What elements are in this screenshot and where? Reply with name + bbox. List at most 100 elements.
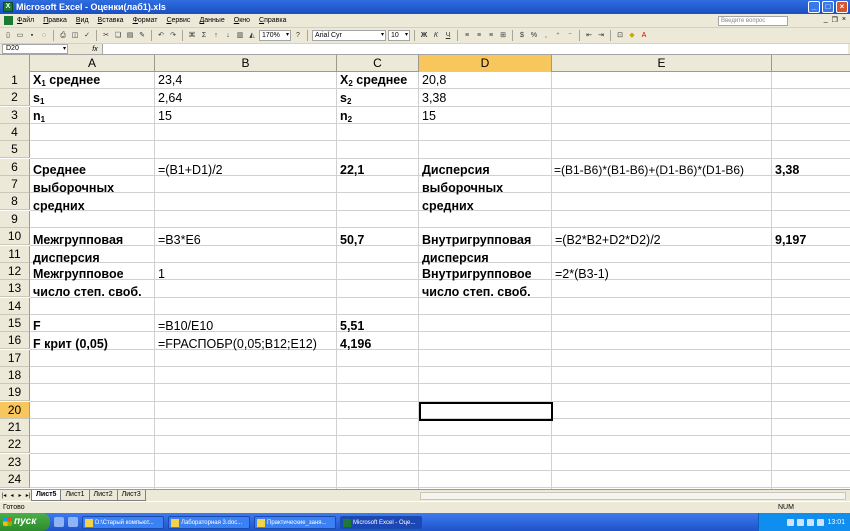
cell-d11[interactable]: дисперсия (419, 250, 489, 267)
cell-d2[interactable]: 3,38 (419, 90, 446, 107)
row-header-6[interactable]: 6 (0, 158, 30, 176)
spelling-icon[interactable]: ✓ (82, 31, 92, 41)
drawing-icon[interactable]: ◭ (247, 31, 257, 41)
column-header-f[interactable] (772, 55, 850, 72)
doc-close-icon[interactable]: × (842, 16, 846, 24)
menu-help[interactable]: Справка (259, 17, 286, 24)
print-icon[interactable]: ⎙ (58, 31, 68, 41)
paste-icon[interactable]: ▤ (125, 31, 135, 41)
doc-minimize-icon[interactable]: _ (824, 16, 828, 24)
row-header-10[interactable]: 10 (0, 228, 30, 246)
column-header-b[interactable]: B (155, 55, 337, 72)
column-header-d[interactable]: D (419, 55, 552, 72)
format-painter-icon[interactable]: ✎ (137, 31, 147, 41)
row-header-2[interactable]: 2 (0, 89, 30, 107)
menu-tools[interactable]: Сервис (166, 17, 190, 24)
column-header-a[interactable]: A (30, 55, 155, 72)
cell-c15[interactable]: 5,51 (337, 318, 364, 335)
row-header-5[interactable]: 5 (0, 141, 30, 159)
cell-b16[interactable]: =FРАСПОБР(0,05;B12;E12) (155, 336, 317, 353)
cell-a3[interactable]: n1 (30, 108, 45, 125)
zoom-select[interactable]: 170% (259, 30, 291, 41)
cell-a15[interactable]: F (30, 318, 41, 335)
cell-e6[interactable]: =(B1-B6)*(B1-B6)+(D1-B6)*(D1-B6) (552, 162, 744, 179)
hyperlink-icon[interactable]: ⌘ (187, 31, 197, 41)
cell-a12[interactable]: Межгрупповое (30, 266, 124, 283)
font-select[interactable]: Arial Cyr (312, 30, 386, 41)
name-box[interactable]: D20 (2, 44, 68, 54)
sheet-tab-5[interactable]: Лист5 (31, 490, 62, 501)
row-header-15[interactable]: 15 (0, 314, 30, 332)
cell-d6[interactable]: Дисперсия (419, 162, 490, 179)
row-header-11[interactable]: 11 (0, 245, 30, 263)
cell-f10[interactable]: 9,197 (772, 232, 806, 249)
cell-e12[interactable]: =2*(B3-1) (552, 266, 609, 283)
horizontal-scrollbar[interactable] (420, 492, 846, 500)
cell-b1[interactable]: 23,4 (155, 72, 182, 89)
save-icon[interactable]: ▪ (27, 31, 37, 41)
cell-d10[interactable]: Внутригрупповая (419, 232, 531, 249)
cell-d13[interactable]: число степ. своб. (419, 284, 531, 301)
tray-icon[interactable] (817, 518, 825, 526)
start-button[interactable]: пуск (0, 513, 50, 531)
cell-c2[interactable]: s2 (337, 90, 351, 107)
cell-d12[interactable]: Внутригрупповое (419, 266, 532, 283)
tray-icon[interactable] (787, 518, 795, 526)
maximize-button[interactable]: □ (822, 1, 834, 13)
italic-button[interactable]: К (431, 31, 441, 41)
permission-icon[interactable]: ◌ (39, 31, 49, 41)
help-icon[interactable]: ? (293, 31, 303, 41)
copy-icon[interactable]: ❏ (113, 31, 123, 41)
cell-a13[interactable]: число степ. своб. (30, 284, 142, 301)
select-all-corner[interactable] (0, 55, 30, 72)
decrease-decimal-icon[interactable]: ⁻ (565, 31, 575, 41)
row-header-16[interactable]: 16 (0, 332, 30, 350)
cell-c6[interactable]: 22,1 (337, 162, 364, 179)
doc-restore-icon[interactable]: ❐ (832, 16, 838, 24)
active-cell-d20[interactable] (419, 402, 553, 421)
redo-icon[interactable]: ↷ (168, 31, 178, 41)
open-icon[interactable]: ▭ (15, 31, 25, 41)
cell-e10[interactable]: =(B2*B2+D2*D2)/2 (552, 232, 661, 249)
cell-b6[interactable]: =(B1+D1)/2 (155, 162, 223, 179)
row-header-13[interactable]: 13 (0, 280, 30, 298)
prev-sheet-icon[interactable]: ◂ (8, 492, 16, 499)
row-header-24[interactable]: 24 (0, 471, 30, 489)
row-header-20[interactable]: 20 (0, 401, 30, 419)
increase-indent-icon[interactable]: ⇥ (596, 31, 606, 41)
cell-a2[interactable]: s1 (30, 90, 44, 107)
cell-a16[interactable]: F крит (0,05) (30, 336, 108, 353)
row-header-17[interactable]: 17 (0, 349, 30, 367)
autosum-icon[interactable]: Σ (199, 31, 209, 41)
row-header-7[interactable]: 7 (0, 176, 30, 194)
close-button[interactable]: × (836, 1, 848, 13)
worksheet-grid[interactable]: A B C D E 1 2 3 4 5 6 7 8 9 10 11 12 13 14 15 16 17 18 19 2… (0, 55, 850, 489)
cell-b15[interactable]: =B10/E10 (155, 318, 213, 335)
align-right-icon[interactable]: ≡ (486, 31, 496, 41)
cell-b2[interactable]: 2,64 (155, 90, 182, 107)
cell-b3[interactable]: 15 (155, 108, 172, 125)
cell-d1[interactable]: 20,8 (419, 72, 446, 89)
tray-icon[interactable] (797, 518, 805, 526)
help-question-input[interactable]: Введите вопрос (718, 16, 788, 26)
align-center-icon[interactable]: ≡ (474, 31, 484, 41)
next-sheet-icon[interactable]: ▸ (16, 492, 24, 499)
row-header-4[interactable]: 4 (0, 124, 30, 142)
sheet-tab-2[interactable]: Лист2 (88, 490, 118, 501)
cell-c10[interactable]: 50,7 (337, 232, 364, 249)
font-size-select[interactable]: 10 (388, 30, 410, 41)
font-color-icon[interactable]: A (639, 31, 649, 41)
cell-a11[interactable]: дисперсия (30, 250, 100, 267)
row-header-3[interactable]: 3 (0, 106, 30, 124)
cell-c1[interactable]: X2 среднее (337, 72, 407, 89)
row-header-12[interactable]: 12 (0, 262, 30, 280)
menu-edit[interactable]: Правка (43, 17, 67, 24)
currency-icon[interactable]: $ (517, 31, 527, 41)
row-header-14[interactable]: 14 (0, 297, 30, 315)
cell-a7[interactable]: выборочных (30, 180, 114, 197)
row-header-18[interactable]: 18 (0, 366, 30, 384)
menu-view[interactable]: Вид (76, 17, 89, 24)
fx-icon[interactable]: fx (88, 46, 102, 53)
cell-d7[interactable]: выборочных (419, 180, 503, 197)
menu-insert[interactable]: Вставка (98, 17, 124, 24)
